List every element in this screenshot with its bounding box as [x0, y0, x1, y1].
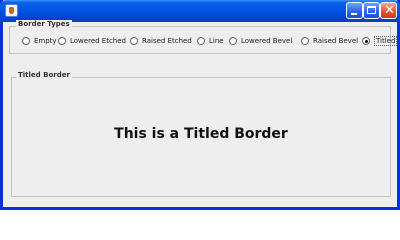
close-button[interactable]: ✕ [380, 2, 397, 19]
radio-circle-icon [22, 37, 30, 45]
border-types-legend: Border Types [16, 20, 72, 28]
radio-titled[interactable]: Titled [362, 35, 398, 47]
radio-circle-icon [301, 37, 309, 45]
close-icon: ✕ [384, 3, 395, 18]
border-types-group: Border Types Empty Lowered Etched Raised… [9, 20, 398, 54]
radio-line[interactable]: Line [197, 35, 224, 47]
radio-lowered-etched[interactable]: Lowered Etched [58, 35, 126, 47]
title-bar[interactable]: ✕ [0, 0, 400, 22]
minimize-icon [351, 13, 357, 15]
radio-circle-icon [229, 37, 237, 45]
radio-circle-icon [130, 37, 138, 45]
radio-label: Lowered Bevel [241, 37, 293, 45]
radio-raised-bevel[interactable]: Raised Bevel [301, 35, 358, 47]
titled-border-message: This is a Titled Border [114, 126, 288, 142]
titled-border-panel: Titled Border This is a Titled Border [11, 71, 391, 197]
maximize-icon [367, 6, 376, 14]
radio-selected-icon [362, 37, 370, 45]
radio-label: Raised Bevel [313, 37, 359, 45]
titled-border-legend: Titled Border [16, 71, 72, 79]
maximize-button[interactable] [363, 2, 380, 19]
radio-label: Empty [34, 37, 57, 45]
radio-empty[interactable]: Empty [22, 35, 57, 47]
radio-circle-icon [58, 37, 66, 45]
radio-label: Titled [374, 36, 398, 46]
app-window: ✕ Border Types Empty Lowered Etched Rais… [0, 0, 400, 210]
radio-circle-icon [197, 37, 205, 45]
radio-label: Raised Etched [142, 37, 192, 45]
java-app-icon[interactable] [5, 4, 18, 17]
radio-label: Lowered Etched [70, 37, 126, 45]
radio-label: Line [209, 37, 224, 45]
radio-raised-etched[interactable]: Raised Etched [130, 35, 192, 47]
minimize-button[interactable] [346, 2, 363, 19]
radio-lowered-bevel[interactable]: Lowered Bevel [229, 35, 292, 47]
